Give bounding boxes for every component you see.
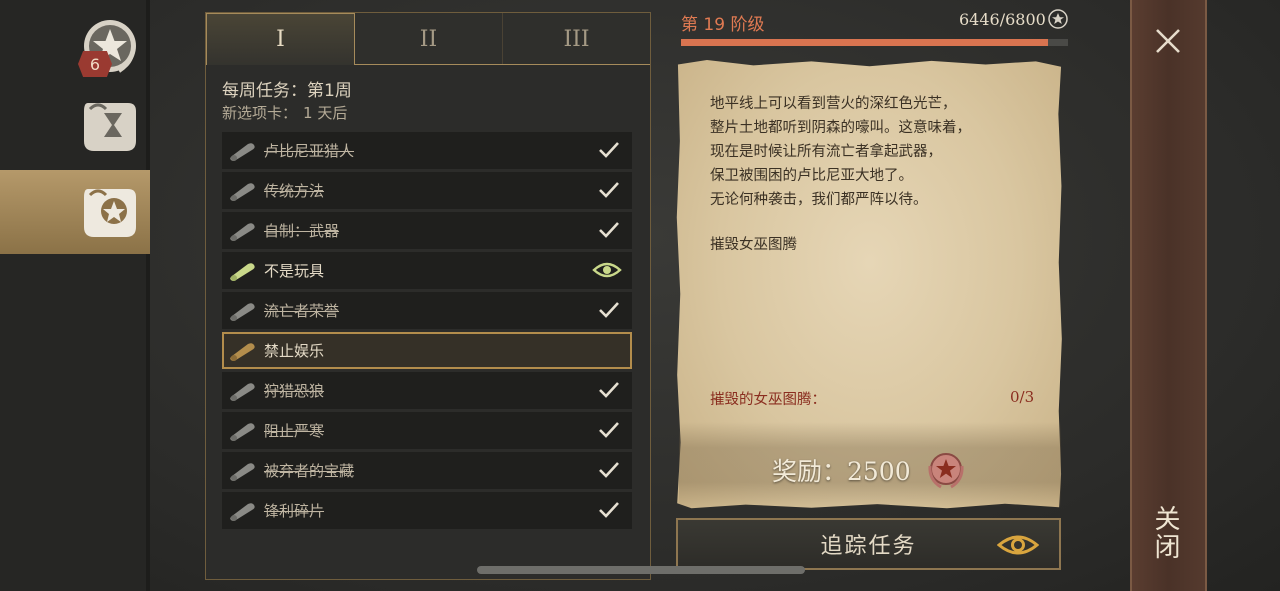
close-icon[interactable]	[1153, 26, 1183, 56]
close-button-label[interactable]: 关闭	[1150, 505, 1184, 561]
xp-progress-fill	[681, 39, 1048, 46]
eye-icon	[592, 262, 622, 278]
tab-underline	[354, 64, 650, 65]
xp-progress-bar	[681, 39, 1068, 46]
quest-row[interactable]: 狩猎恐狼	[222, 372, 632, 409]
story-line: 保卫被围困的卢比尼亚大地了。	[710, 168, 913, 184]
tab-week-2[interactable]: II	[355, 13, 503, 65]
checkmark-icon	[599, 142, 619, 158]
quest-label: 流亡者荣誉	[264, 302, 340, 320]
quest-label: 被弃者的宝藏	[264, 462, 355, 480]
checkmark-icon	[599, 422, 619, 438]
scroll-icon	[230, 182, 255, 201]
scroll-icon	[230, 422, 255, 441]
track-quest-label: 追踪任务	[820, 534, 917, 559]
tab-bar: I II III	[206, 13, 650, 65]
quest-row[interactable]: 传统方法	[222, 172, 632, 209]
checkmark-icon	[599, 302, 619, 318]
checkmark-icon	[599, 502, 619, 518]
tab-week-1[interactable]: I	[206, 13, 355, 65]
scroll-icon	[230, 262, 255, 281]
quest-row[interactable]: 自制：武器	[222, 212, 632, 249]
checkmark-icon	[599, 462, 619, 478]
eye-icon	[997, 535, 1039, 555]
quest-row-selected[interactable]: 禁止娱乐	[222, 332, 632, 369]
tab-week-3[interactable]: III	[503, 13, 650, 65]
quest-label: 阻止严寒	[264, 422, 325, 440]
story-line: 地平线上可以看到营火的深红色光芒，	[710, 96, 957, 112]
scroll-icon	[230, 302, 255, 321]
quest-row-tracked[interactable]: 不是玩具	[222, 252, 632, 289]
story-line: 无论何种袭击，我们都严阵以待。	[710, 192, 928, 208]
next-card-timer: 新选项卡： 1 天后	[222, 102, 353, 123]
star-coin-icon	[1048, 9, 1068, 29]
checkmark-icon	[599, 222, 619, 238]
scroll-icon	[230, 502, 255, 521]
quest-list: 卢比尼亚猎人 传统方法 自制：武器 不是玩具 流亡者荣誉 禁止娱乐 狩猎恐狼 阻…	[222, 132, 632, 532]
week-title: 每周任务：第1周	[222, 81, 352, 101]
quest-row[interactable]: 被弃者的宝藏	[222, 452, 632, 489]
scroll-icon	[230, 222, 255, 241]
quest-label: 传统方法	[264, 182, 325, 200]
scroll-hourglass-icon	[84, 103, 136, 151]
home-indicator[interactable]	[477, 566, 805, 574]
quest-row[interactable]: 流亡者荣誉	[222, 292, 632, 329]
quest-label: 卢比尼亚猎人	[264, 142, 355, 160]
quest-label: 狩猎恐狼	[264, 382, 325, 400]
scroll-icon	[230, 382, 255, 401]
checkmark-icon	[599, 182, 619, 198]
scroll-star-icon	[84, 189, 136, 237]
quest-label: 禁止娱乐	[264, 342, 325, 360]
story-line: 整片土地都听到阴森的嚎叫。这意味着，	[710, 120, 971, 136]
quest-story: 地平线上可以看到营火的深红色光芒， 整片土地都听到阴森的嚎叫。这意味着， 现在是…	[710, 92, 1040, 212]
next-card-label: 新选项卡：	[222, 104, 298, 122]
objective-progress-label: 摧毁的女巫图腾：	[710, 392, 826, 408]
checkmark-icon	[599, 382, 619, 398]
next-card-value: 1 天后	[303, 104, 348, 122]
xp-counter: 6446/6800	[959, 10, 1046, 29]
quest-row[interactable]: 卢比尼亚猎人	[222, 132, 632, 169]
weekly-quests-button[interactable]	[70, 172, 150, 252]
scroll-icon	[230, 342, 255, 361]
timed-quests-button[interactable]	[70, 86, 150, 166]
track-quest-button[interactable]: 追踪任务	[676, 518, 1061, 570]
scroll-icon	[230, 462, 255, 481]
notification-badge: 6	[78, 51, 112, 77]
quest-row[interactable]: 锋利碎片	[222, 492, 632, 529]
story-line: 现在是时候让所有流亡者拿起武器，	[710, 144, 942, 160]
objective-progress-value: 0/3	[1010, 388, 1035, 406]
weekly-quest-panel: I II III 每周任务：第1周 新选项卡： 1 天后 卢比尼亚猎人 传统方法 …	[205, 12, 651, 580]
scroll-icon	[230, 142, 255, 161]
quest-label: 锋利碎片	[264, 502, 325, 520]
quest-label: 自制：武器	[264, 222, 340, 240]
close-panel[interactable]	[1130, 0, 1207, 591]
laurel-star-reward-icon	[928, 453, 964, 489]
quest-label: 不是玩具	[264, 262, 325, 280]
reward-label: 奖励：2500	[772, 457, 911, 486]
stage-level-label: 第 19 阶级	[681, 15, 765, 35]
side-nav: 6	[0, 0, 150, 591]
quest-row[interactable]: 阻止严寒	[222, 412, 632, 449]
quest-objective: 摧毁女巫图腾	[710, 237, 797, 253]
